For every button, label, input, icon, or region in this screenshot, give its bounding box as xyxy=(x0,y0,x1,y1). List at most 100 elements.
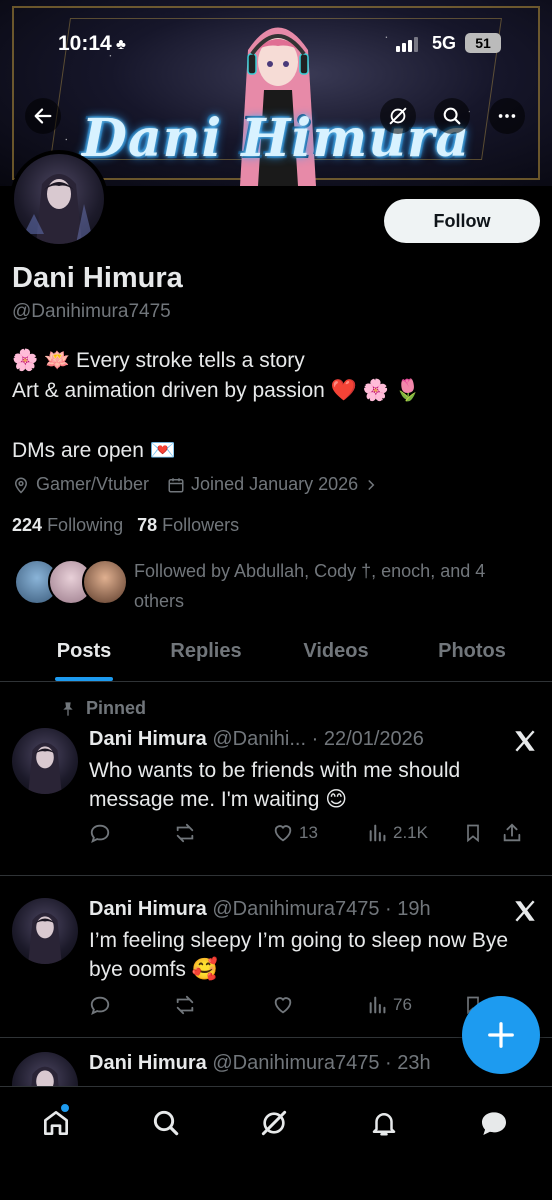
followed-by-text[interactable]: Followed by Abdullah, Cody †, enoch, and… xyxy=(134,556,534,616)
post-header: Dani Himura @Danihimura7475 · 23h xyxy=(89,1052,431,1075)
repost-button[interactable] xyxy=(173,822,271,844)
like-count: 13 xyxy=(299,823,318,842)
reply-button[interactable] xyxy=(89,994,173,1016)
compose-button[interactable] xyxy=(462,996,540,1074)
views-button[interactable]: 76 xyxy=(367,994,463,1016)
post-author-name[interactable]: Dani Himura xyxy=(89,728,207,750)
search-button[interactable] xyxy=(434,98,470,134)
avatar-illustration xyxy=(24,174,94,244)
post-item[interactable]: Dani Himura @Danihi... · 22/01/2026 Who … xyxy=(0,682,552,876)
like-icon xyxy=(274,825,292,842)
bookmark-button[interactable] xyxy=(463,822,501,844)
location-icon xyxy=(14,477,28,494)
profile-joined-date[interactable]: Joined January 2026 xyxy=(167,474,378,495)
back-button[interactable] xyxy=(25,98,61,134)
bell-icon xyxy=(372,1113,396,1136)
grok-icon xyxy=(261,1110,287,1136)
bottom-navigation xyxy=(0,1086,552,1200)
bookmark-icon xyxy=(467,824,479,843)
views-icon xyxy=(369,996,386,1014)
share-icon xyxy=(503,823,521,842)
nav-grok[interactable] xyxy=(254,1103,294,1143)
grok-icon xyxy=(389,107,407,125)
followers-link[interactable]: 78 Followers xyxy=(137,515,239,536)
nav-notifications[interactable] xyxy=(364,1103,404,1143)
avatar xyxy=(82,559,128,605)
post-header: Dani Himura @Danihi... · 22/01/2026 xyxy=(89,728,424,751)
profile-avatar[interactable] xyxy=(10,150,108,248)
profile-meta: Gamer/Vtuber Joined January 2026 xyxy=(12,474,378,495)
focus-mode-icon: ♣ xyxy=(116,36,126,53)
tab-replies[interactable]: Replies xyxy=(168,622,244,681)
avatar-illustration xyxy=(31,1066,59,1086)
reply-icon xyxy=(90,824,110,844)
like-button[interactable]: 13 xyxy=(271,822,367,844)
bio-line: Art & animation driven by passion ❤️ 🌸 🌷 xyxy=(12,379,421,402)
messages-icon xyxy=(482,1112,506,1135)
location-text: Gamer/Vtuber xyxy=(36,474,150,494)
tab-videos[interactable]: Videos xyxy=(244,622,428,681)
profile-display-name: Dani Himura xyxy=(12,262,183,294)
bio-line: DMs are open 💌 xyxy=(12,439,176,462)
view-count: 2.1K xyxy=(393,823,428,842)
post-actions: 13 2.1K xyxy=(89,822,539,844)
profile-handle: @Danihimura7475 xyxy=(12,301,171,322)
signal-strength-icon xyxy=(396,36,418,52)
nav-home[interactable] xyxy=(36,1103,76,1143)
status-bar: 10:14 ♣ 5G 51 xyxy=(0,30,552,60)
post-header: Dani Himura @Danihimura7475 · 19h xyxy=(89,898,431,921)
post-text: I’m feeling sleepy I’m going to sleep no… xyxy=(89,929,509,981)
chevron-right-icon xyxy=(368,479,375,490)
post-text: Who wants to be friends with me should m… xyxy=(89,759,461,811)
network-type: 5G xyxy=(432,33,457,53)
x-logo-icon xyxy=(515,730,535,752)
compose-plus-icon xyxy=(488,1022,514,1048)
battery-icon: 51 xyxy=(465,33,501,53)
post-avatar[interactable] xyxy=(12,1052,78,1086)
more-options-button[interactable] xyxy=(489,98,525,134)
post-handle-date: @Danihimura7475 · 19h xyxy=(212,898,431,920)
follow-counts: 224 Following 78 Followers xyxy=(12,515,239,536)
profile-bio: 🌸 🪷 Every stroke tells a story Art & ani… xyxy=(12,346,421,466)
avatar-illustration xyxy=(28,912,62,964)
views-icon xyxy=(369,824,386,842)
profile-location: Gamer/Vtuber xyxy=(12,474,149,495)
like-icon xyxy=(274,997,292,1014)
reply-button[interactable] xyxy=(89,822,173,844)
notification-dot xyxy=(60,1103,70,1113)
repost-button[interactable] xyxy=(173,994,271,1016)
follow-button[interactable]: Follow xyxy=(384,199,540,243)
status-time: 10:14 xyxy=(58,32,112,55)
post-author-name[interactable]: Dani Himura xyxy=(89,1052,207,1074)
following-count: 224 xyxy=(12,515,43,535)
x-logo-icon xyxy=(515,900,535,922)
nav-search[interactable] xyxy=(146,1103,186,1143)
post-handle-date: @Danihimura7475 · 23h xyxy=(212,1052,431,1074)
post-author-name[interactable]: Dani Himura xyxy=(89,898,207,920)
followers-count: 78 xyxy=(137,515,158,535)
like-button[interactable] xyxy=(271,994,367,1016)
tab-photos[interactable]: Photos xyxy=(428,622,516,681)
more-icon xyxy=(498,114,516,118)
following-link[interactable]: 224 Following xyxy=(12,515,123,536)
calendar-icon xyxy=(168,477,184,492)
grok-button[interactable] xyxy=(380,98,416,134)
search-icon xyxy=(153,1110,179,1136)
avatar-illustration xyxy=(28,742,62,794)
bio-line: 🌸 🪷 Every stroke tells a story xyxy=(12,349,305,372)
repost-icon xyxy=(176,823,194,843)
nav-messages[interactable] xyxy=(474,1103,514,1143)
profile-tabs: Posts Replies Videos Photos xyxy=(0,622,552,682)
mutual-followers-avatars[interactable] xyxy=(14,559,128,605)
share-button[interactable] xyxy=(501,822,523,844)
tab-posts[interactable]: Posts xyxy=(0,622,168,681)
post-handle-date: @Danihi... · 22/01/2026 xyxy=(212,728,424,750)
views-button[interactable]: 2.1K xyxy=(367,822,463,844)
post-avatar[interactable] xyxy=(12,728,78,794)
back-arrow-icon xyxy=(34,108,52,124)
post-avatar[interactable] xyxy=(12,898,78,964)
repost-icon xyxy=(176,995,194,1015)
joined-text: Joined January 2026 xyxy=(191,474,359,494)
search-icon xyxy=(443,107,461,125)
view-count: 76 xyxy=(393,995,412,1014)
